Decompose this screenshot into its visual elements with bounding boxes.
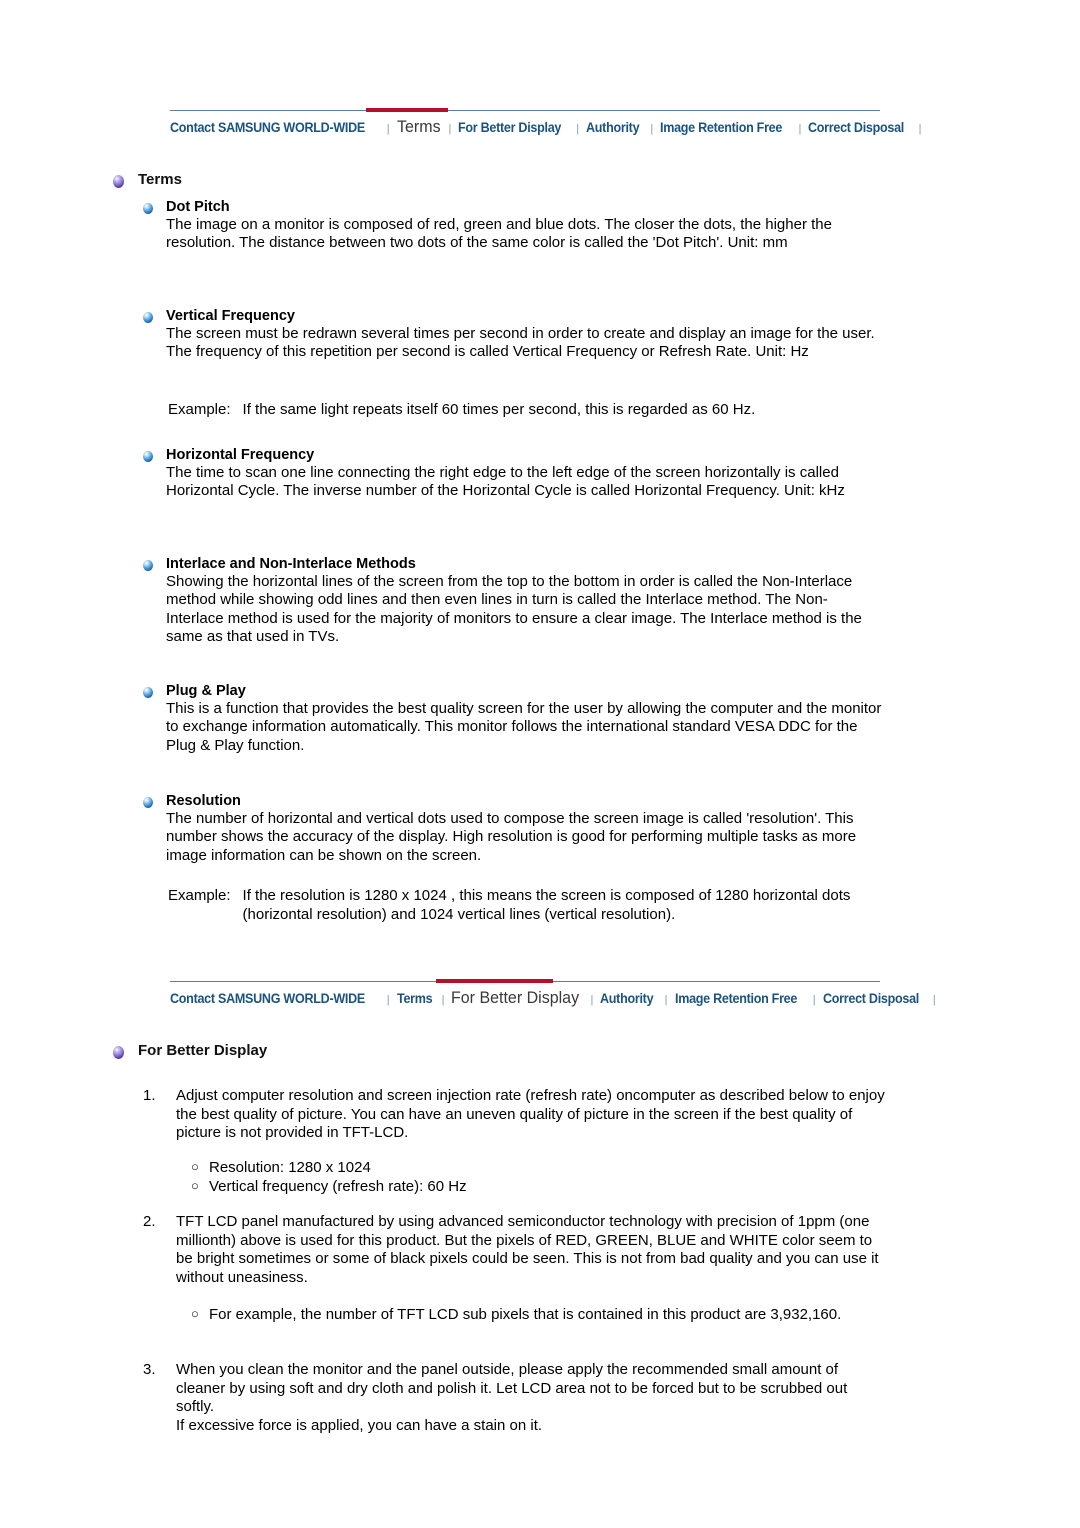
blue-sphere-bullet-icon <box>143 560 153 571</box>
purple-sphere-bullet-icon <box>113 175 124 188</box>
term-dot-pitch: Dot Pitch The image on a monitor is comp… <box>143 199 883 253</box>
nav-separator: | <box>798 123 802 135</box>
term-body: The screen must be redrawn several times… <box>166 324 875 361</box>
nav-link-correct-disposal[interactable]: Correct Disposal <box>808 120 904 135</box>
nav-link-authority[interactable]: Authority <box>586 120 640 135</box>
blue-sphere-bullet-icon <box>143 451 153 462</box>
nav-separator: | <box>918 123 922 135</box>
nav-rule-top <box>170 108 880 112</box>
term-header: Plug & Play <box>143 683 883 700</box>
nav-link-for-better-display[interactable]: For Better Display <box>451 989 579 1008</box>
sub-list-item: ○ Vertical frequency (refresh rate): 60 … <box>191 1177 888 1197</box>
ordered-item: 2. TFT LCD panel manufactured by using a… <box>143 1213 888 1287</box>
better-display-item-3: 3. When you clean the monitor and the pa… <box>143 1361 888 1435</box>
sub-list-item: ○ For example, the number of TFT LCD sub… <box>191 1305 888 1325</box>
nav-link-terms[interactable]: Terms <box>397 991 433 1006</box>
term-title: Resolution <box>166 793 241 809</box>
section-title-text: For Better Display <box>138 1042 268 1059</box>
nav-separator: | <box>448 123 452 135</box>
nav-separator: | <box>650 123 654 135</box>
example-label: Example: <box>168 401 231 418</box>
hollow-circle-bullet-icon: ○ <box>191 1306 199 1322</box>
term-body: The number of horizontal and vertical do… <box>166 809 857 864</box>
term-body: This is a function that provides the bes… <box>166 699 882 754</box>
nav-separator: | <box>932 994 936 1006</box>
section-heading-terms: Terms <box>113 171 182 189</box>
item-number: 3. <box>143 1361 156 1378</box>
nav-separator: | <box>576 123 580 135</box>
item-text: When you clean the monitor and the panel… <box>176 1361 848 1434</box>
nav-link-terms[interactable]: Terms <box>397 118 441 137</box>
item-number: 1. <box>143 1087 156 1104</box>
term-resolution: Resolution The number of horizontal and … <box>143 793 883 865</box>
term-title: Plug & Play <box>166 683 246 699</box>
section-title-text: Terms <box>138 171 182 188</box>
nav-link-list-bottom: Contact SAMSUNG WORLD-WIDE | Terms | For… <box>170 982 936 1008</box>
nav-link-authority[interactable]: Authority <box>600 991 654 1006</box>
term-title: Dot Pitch <box>166 199 230 215</box>
term-body: The image on a monitor is composed of re… <box>166 215 832 252</box>
nav-rule-bottom <box>170 979 880 983</box>
hollow-circle-bullet-icon: ○ <box>191 1178 199 1194</box>
item-text: Adjust computer resolution and screen in… <box>176 1087 885 1142</box>
better-display-item-1: 1. Adjust computer resolution and screen… <box>143 1087 888 1197</box>
nav-separator: | <box>441 994 445 1006</box>
section-heading-for-better-display: For Better Display <box>113 1042 268 1060</box>
sub-list-item: ○ Resolution: 1280 x 1024 <box>191 1158 888 1178</box>
sub-list-item-text: Vertical frequency (refresh rate): 60 Hz <box>209 1178 467 1196</box>
hollow-circle-bullet-icon: ○ <box>191 1158 199 1174</box>
nav-separator: | <box>386 994 390 1006</box>
ordered-item: 1. Adjust computer resolution and screen… <box>143 1087 888 1143</box>
item-text: TFT LCD panel manufactured by using adva… <box>176 1213 879 1286</box>
better-display-item-2: 2. TFT LCD panel manufactured by using a… <box>143 1213 888 1325</box>
term-header: Horizontal Frequency <box>143 447 883 464</box>
ordered-item: 3. When you clean the monitor and the pa… <box>143 1361 888 1435</box>
term-title: Vertical Frequency <box>166 308 295 324</box>
example-text: If the same light repeats itself 60 time… <box>242 401 756 418</box>
nav-link-contact-samsung-world-wide[interactable]: Contact SAMSUNG WORLD-WIDE <box>170 991 365 1006</box>
nav-separator: | <box>386 123 390 135</box>
term-header: Resolution <box>143 793 883 810</box>
term-body: Showing the horizontal lines of the scre… <box>166 572 862 646</box>
nav-active-indicator-for-better-display <box>436 979 553 983</box>
primary-navigation-top: Contact SAMSUNG WORLD-WIDE | Terms | For… <box>170 108 921 137</box>
term-title: Horizontal Frequency <box>166 447 315 463</box>
sub-list-item-text: Resolution: 1280 x 1024 <box>209 1158 371 1176</box>
item-number: 2. <box>143 1213 156 1230</box>
nav-separator: | <box>590 994 594 1006</box>
term-horizontal-frequency: Horizontal Frequency The time to scan on… <box>143 447 883 501</box>
nav-link-list-top: Contact SAMSUNG WORLD-WIDE | Terms | For… <box>170 111 921 137</box>
term-vertical-frequency: Vertical Frequency The screen must be re… <box>143 308 883 362</box>
nav-separator: | <box>812 994 816 1006</box>
page-root: Contact SAMSUNG WORLD-WIDE | Terms | For… <box>0 0 1080 1528</box>
term-body: The time to scan one line connecting the… <box>166 463 845 500</box>
example-resolution: Example: If the resolution is 1280 x 102… <box>168 887 858 924</box>
nav-link-correct-disposal[interactable]: Correct Disposal <box>823 991 919 1006</box>
nav-active-indicator-terms <box>366 108 448 112</box>
term-header: Interlace and Non-Interlace Methods <box>143 556 883 573</box>
primary-navigation-bottom: Contact SAMSUNG WORLD-WIDE | Terms | For… <box>170 979 936 1008</box>
term-header: Dot Pitch <box>143 199 883 216</box>
sub-list-item-text: For example, the number of TFT LCD sub p… <box>209 1306 842 1324</box>
nav-separator: | <box>664 994 668 1006</box>
nav-link-image-retention-free[interactable]: Image Retention Free <box>675 991 797 1006</box>
purple-sphere-bullet-icon <box>113 1046 124 1059</box>
blue-sphere-bullet-icon <box>143 797 153 808</box>
nav-link-image-retention-free[interactable]: Image Retention Free <box>660 120 782 135</box>
sub-list: ○ Resolution: 1280 x 1024 ○ Vertical fre… <box>191 1158 888 1197</box>
sub-list: ○ For example, the number of TFT LCD sub… <box>191 1305 888 1325</box>
blue-sphere-bullet-icon <box>143 203 153 214</box>
example-label: Example: <box>168 887 231 904</box>
term-header: Vertical Frequency <box>143 308 883 325</box>
blue-sphere-bullet-icon <box>143 312 153 323</box>
nav-link-contact-samsung-world-wide[interactable]: Contact SAMSUNG WORLD-WIDE <box>170 120 365 135</box>
term-interlace-methods: Interlace and Non-Interlace Methods Show… <box>143 556 883 647</box>
example-text: If the resolution is 1280 x 1024 , this … <box>242 887 851 923</box>
nav-link-for-better-display[interactable]: For Better Display <box>458 120 561 135</box>
blue-sphere-bullet-icon <box>143 687 153 698</box>
term-title: Interlace and Non-Interlace Methods <box>166 556 416 572</box>
example-vertical-frequency: Example: If the same light repeats itsel… <box>168 401 868 420</box>
term-plug-and-play: Plug & Play This is a function that prov… <box>143 683 883 755</box>
